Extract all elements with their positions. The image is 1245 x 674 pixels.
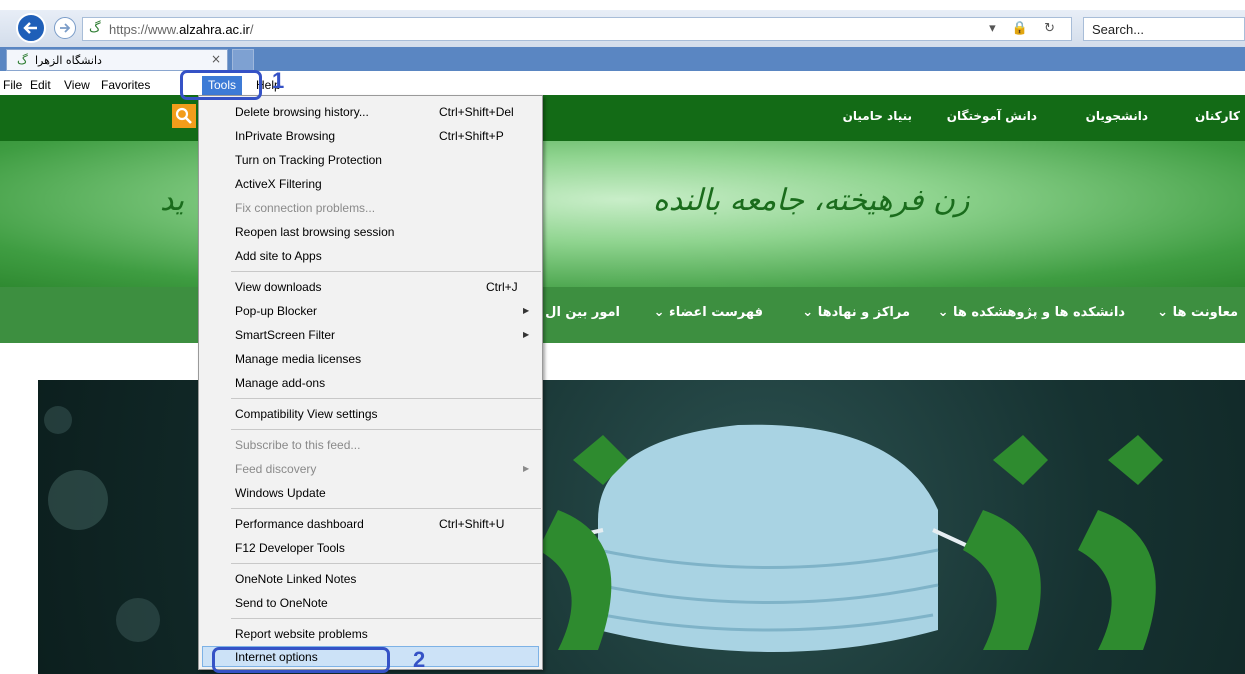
new-tab-button[interactable] [232, 49, 254, 71]
menu-file[interactable]: File [3, 78, 22, 92]
menu-item-report-problems[interactable]: Report website problems [235, 627, 368, 641]
shortcut-perf-dashboard: Ctrl+Shift+U [439, 517, 505, 531]
menu-item-manage-addons[interactable]: Manage add-ons [235, 376, 325, 390]
menu-separator [231, 398, 541, 399]
menu-item-perf-dashboard[interactable]: Performance dashboard [235, 517, 364, 531]
back-button[interactable] [16, 13, 46, 43]
annotation-box-internet-options [212, 647, 390, 673]
banner-slogan-partial: ید [160, 183, 185, 218]
menu-item-fix-connection[interactable]: Fix connection problems... [235, 201, 375, 215]
banner-slogan: زن فرهیخته، جامعه بالنده [653, 183, 970, 218]
menu-item-compat-view[interactable]: Compatibility View settings [235, 407, 378, 421]
menu-item-delete-history[interactable]: Delete browsing history... [235, 105, 369, 119]
arrow-right-icon [60, 23, 71, 33]
submenu-arrow-icon: ▶ [523, 330, 530, 339]
submenu-arrow-icon: ▶ [523, 464, 530, 473]
menu-item-view-downloads[interactable]: View downloads [235, 280, 322, 294]
site-search-button[interactable] [172, 104, 196, 128]
tab-close-icon[interactable]: × [211, 52, 221, 66]
menu-item-inprivate[interactable]: InPrivate Browsing [235, 129, 335, 143]
menu-edit[interactable]: Edit [30, 78, 51, 92]
menu-item-onenote-linked[interactable]: OneNote Linked Notes [235, 572, 356, 586]
mainnav-deputies[interactable]: معاونت ها ⌄ [1157, 305, 1238, 320]
nav-link-alumni[interactable]: دانش آموختگان [947, 109, 1037, 123]
menu-view[interactable]: View [64, 78, 90, 92]
tab-favicon-icon: ﮒ [17, 53, 28, 67]
menu-item-smartscreen[interactable]: SmartScreen Filter [235, 328, 335, 342]
nav-link-donors[interactable]: بنیاد حامیان [843, 109, 912, 123]
annotation-box-tools [180, 70, 262, 100]
menu-item-reopen-session[interactable]: Reopen last browsing session [235, 225, 394, 239]
menu-separator [231, 271, 541, 272]
nav-link-staff[interactable]: کارکنان [1195, 109, 1240, 123]
submenu-arrow-icon: ▶ [523, 306, 530, 315]
menu-separator [231, 429, 541, 430]
mainnav-centers[interactable]: مراکز و نهادها ⌄ [802, 305, 910, 320]
search-icon [175, 107, 192, 124]
menu-item-activex[interactable]: ActiveX Filtering [235, 177, 322, 191]
url-text: https://www.alzahra.ac.ir/ [109, 22, 254, 37]
tools-menu: Delete browsing history... Ctrl+Shift+De… [198, 95, 543, 670]
shortcut-delete-history: Ctrl+Shift+Del [439, 105, 514, 119]
mainnav-faculties[interactable]: دانشکده ها و پژوهشکده ها ⌄ [938, 305, 1125, 320]
menu-item-popup-blocker[interactable]: Pop-up Blocker [235, 304, 317, 318]
menu-favorites[interactable]: Favorites [101, 78, 150, 92]
nav-link-students[interactable]: دانشجویان [1086, 109, 1148, 123]
menu-separator [231, 563, 541, 564]
menu-separator [231, 508, 541, 509]
site-main-nav: معاونت ها ⌄ دانشکده ها و پژوهشکده ها ⌄ م… [0, 287, 1245, 343]
menu-item-send-onenote[interactable]: Send to OneNote [235, 596, 328, 610]
arrow-left-icon [23, 22, 37, 34]
forward-button[interactable] [54, 17, 76, 39]
shortcut-inprivate: Ctrl+Shift+P [439, 129, 504, 143]
menu-item-windows-update[interactable]: Windows Update [235, 486, 326, 500]
menu-item-f12-tools[interactable]: F12 Developer Tools [235, 541, 345, 555]
url-actions-icons[interactable]: ▾ 🔒 ↻ [989, 21, 1061, 36]
annotation-step-1: 1 [272, 68, 285, 93]
menu-item-tracking-protection[interactable]: Turn on Tracking Protection [235, 153, 382, 167]
search-input[interactable]: Search... [1083, 17, 1245, 41]
menu-separator [231, 618, 541, 619]
url-input[interactable]: ﮒ https://www.alzahra.ac.ir/ ▾ 🔒 ↻ [82, 17, 1072, 41]
menu-item-media-licenses[interactable]: Manage media licenses [235, 352, 361, 366]
mainnav-members[interactable]: فهرست اعضاء ⌄ [654, 305, 763, 320]
site-banner [0, 141, 1245, 287]
menu-item-add-site[interactable]: Add site to Apps [235, 249, 322, 263]
tab-title: دانشگاه الزهرا [35, 54, 102, 67]
mainnav-international[interactable]: امور بین ال [545, 305, 620, 320]
site-favicon-icon: ﮒ [89, 21, 101, 36]
shortcut-view-downloads: Ctrl+J [486, 280, 518, 294]
tab-alzahra[interactable]: ﮒ دانشگاه الزهرا × [6, 49, 228, 71]
annotation-step-2: 2 [413, 647, 426, 672]
menu-item-feed-discovery[interactable]: Feed discovery [235, 462, 316, 476]
menu-item-subscribe-feed[interactable]: Subscribe to this feed... [235, 438, 360, 452]
